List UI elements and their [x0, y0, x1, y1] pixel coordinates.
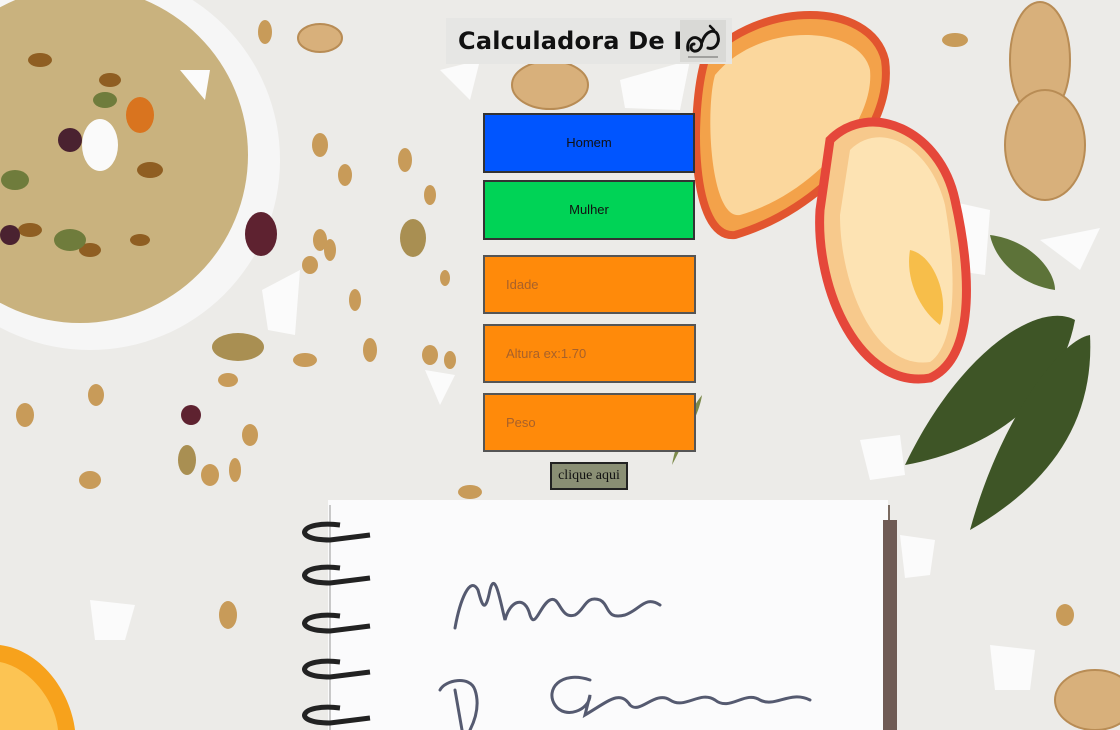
altura-input[interactable]	[483, 324, 696, 383]
homem-button[interactable]: Homem	[483, 113, 695, 173]
notebook-image	[302, 500, 897, 730]
idade-input[interactable]	[483, 255, 696, 314]
calculate-button[interactable]: clique aqui	[550, 462, 628, 490]
app-header: Calculadora De Imc	[446, 18, 732, 64]
scale-logo-icon	[680, 20, 726, 62]
peso-input[interactable]	[483, 393, 696, 452]
mulher-button[interactable]: Mulher	[483, 180, 695, 240]
